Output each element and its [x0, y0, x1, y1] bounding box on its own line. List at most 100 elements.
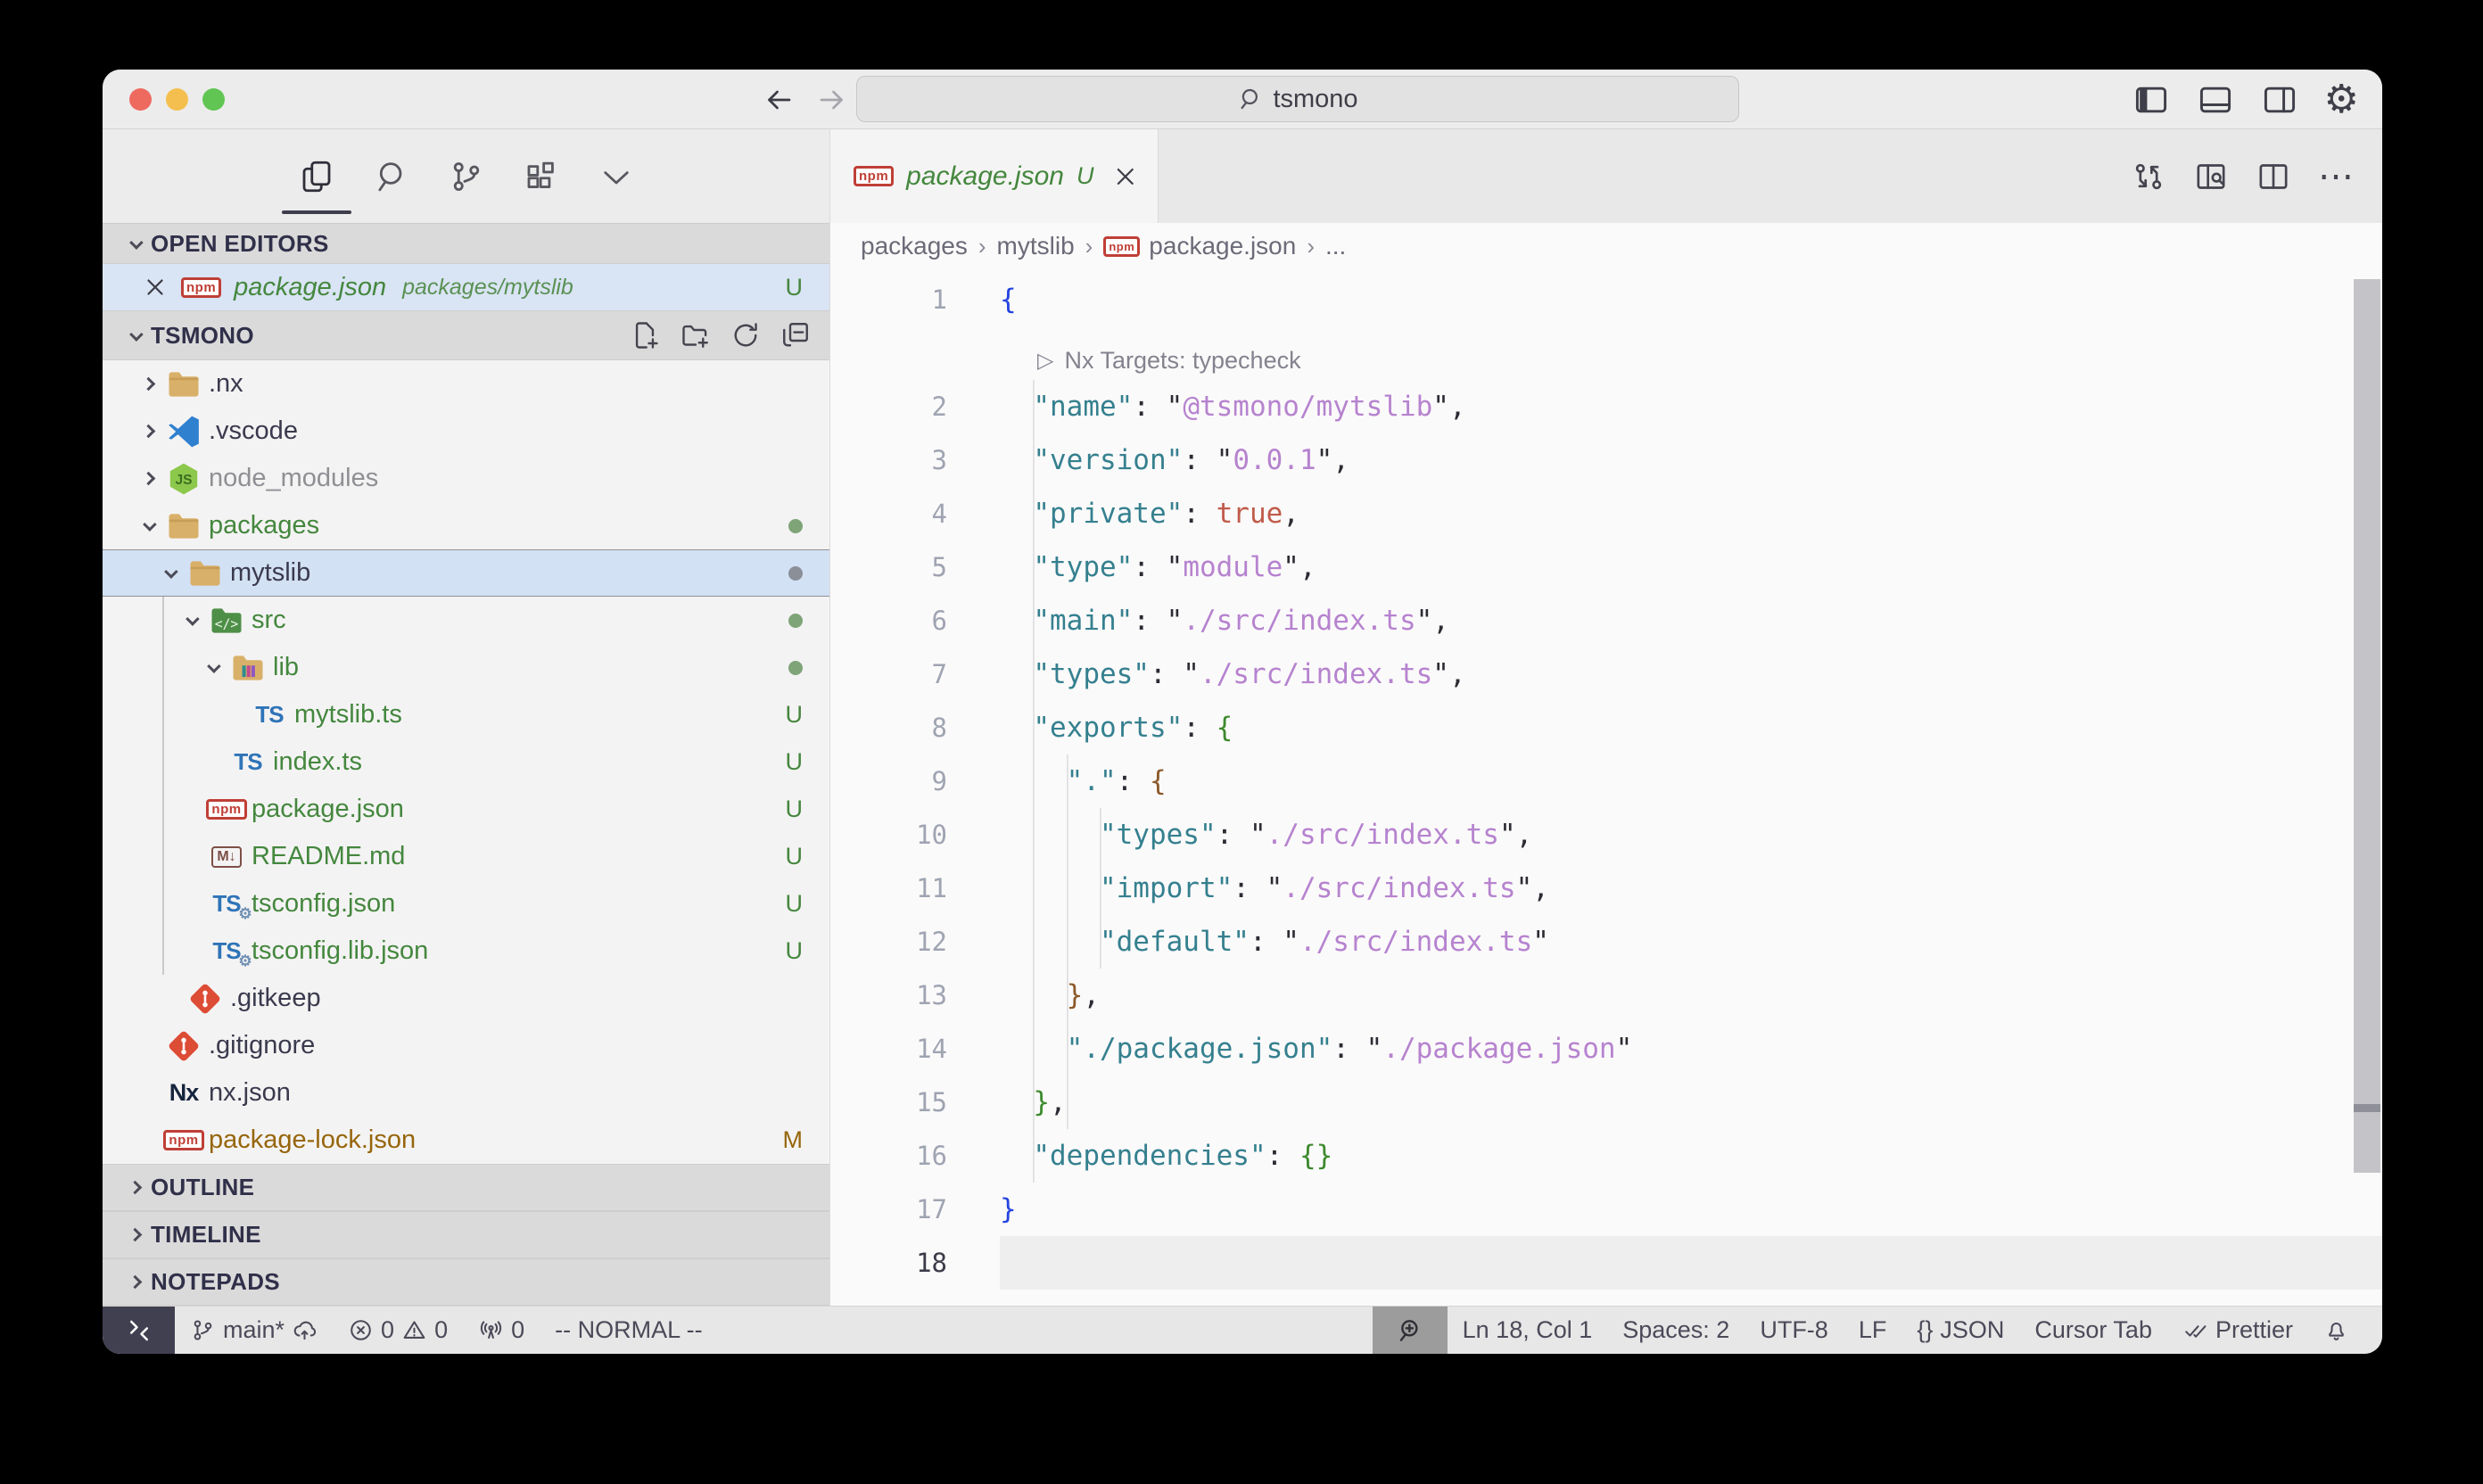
tree-item-.gitkeep[interactable]: .gitkeep [103, 975, 829, 1022]
folder-green-icon: </> [207, 601, 246, 640]
code-line-7[interactable]: 7 "types": "./src/index.ts", [830, 647, 2382, 701]
open-changes-icon[interactable] [2131, 159, 2166, 194]
formatter-item[interactable]: Prettier [2167, 1316, 2308, 1344]
close-window-button[interactable] [129, 88, 152, 111]
close-editor-icon[interactable] [142, 274, 169, 301]
activity-item-source-control[interactable] [445, 155, 488, 198]
code-line-3[interactable]: 3 "version": "0.0.1", [830, 433, 2382, 487]
window-controls [129, 88, 225, 111]
breadcrumb-item[interactable]: packages [861, 232, 968, 260]
tree-item-label: tsconfig.json [252, 889, 395, 919]
tree-item-package.json[interactable]: npmpackage.jsonU [103, 786, 829, 833]
codelens-nx-targets[interactable]: ▷Nx Targets: typecheck [1037, 347, 1301, 380]
language-mode-item[interactable]: {} JSON [1901, 1316, 2019, 1344]
encoding-item[interactable]: UTF-8 [1745, 1316, 1844, 1344]
code-line-16[interactable]: 16 "dependencies": {} [830, 1129, 2382, 1183]
breadcrumb-item[interactable]: npmpackage.json [1103, 232, 1296, 260]
new-file-icon[interactable] [630, 319, 662, 351]
code-line-6[interactable]: 6 "main": "./src/index.ts", [830, 594, 2382, 647]
refresh-explorer-icon[interactable] [730, 319, 762, 351]
tree-item-packages[interactable]: packages [103, 502, 829, 549]
activity-item-extensions[interactable] [520, 155, 563, 198]
tree-item-lib[interactable]: lib [103, 644, 829, 691]
tree-item-tsconfig.json[interactable]: TS⚙︎tsconfig.jsonU [103, 880, 829, 928]
command-center-search[interactable]: tsmono [856, 76, 1739, 122]
layout-sidebar-left-icon[interactable] [2132, 80, 2171, 120]
timeline-section-header[interactable]: TIMELINE [103, 1211, 829, 1258]
tree-item-mytslib.ts[interactable]: TSmytslib.tsU [103, 691, 829, 738]
line-number: 4 [830, 499, 1000, 529]
collapse-folders-icon[interactable] [780, 319, 812, 351]
tree-item-node_modules[interactable]: JSnode_modules [103, 455, 829, 502]
tree-item-mytslib[interactable]: mytslib [103, 549, 829, 597]
tree-indent-guide [162, 597, 164, 975]
cursor-position-item[interactable]: Ln 18, Col 1 [1448, 1316, 1608, 1344]
new-folder-icon[interactable] [680, 319, 712, 351]
tab-package-json[interactable]: npm package.json U [830, 129, 1159, 223]
explorer-section-header[interactable]: TSMONO [103, 310, 829, 360]
close-tab-icon[interactable] [1111, 162, 1140, 191]
code-line-17[interactable]: 17} [830, 1183, 2382, 1236]
code-line-2[interactable]: 2 "name": "@tsmono/mytslib", [830, 380, 2382, 433]
git-branch-item[interactable]: main* [175, 1316, 333, 1344]
editor-scrollbar[interactable] [2354, 279, 2380, 1173]
code-line-12[interactable]: 12 "default": "./src/index.ts" [830, 915, 2382, 969]
code-line-11[interactable]: 11 "import": "./src/index.ts", [830, 862, 2382, 915]
breadcrumb-item[interactable]: mytslib [997, 232, 1075, 260]
layout-panel-icon[interactable] [2196, 80, 2235, 120]
code-line-8[interactable]: 8 "exports": { [830, 701, 2382, 754]
ports-item[interactable]: 0 [463, 1316, 540, 1344]
code-line-13[interactable]: 13 }, [830, 969, 2382, 1022]
code-line-4[interactable]: 4 "private": true, [830, 487, 2382, 540]
back-arrow-icon[interactable] [763, 84, 795, 116]
tree-item-label: lib [273, 653, 299, 682]
settings-gear-icon[interactable]: ⚙︎ [2324, 80, 2359, 120]
tree-item-.nx[interactable]: .nx [103, 360, 829, 408]
tree-item-package-lock.json[interactable]: npmpackage-lock.jsonM [103, 1117, 829, 1164]
open-editor-row[interactable]: npmpackage.jsonpackages/mytslibU [103, 264, 829, 310]
indentation-item[interactable]: Spaces: 2 [1607, 1316, 1745, 1344]
activity-item-more-views[interactable] [595, 155, 638, 198]
cursor-tab-item[interactable]: Cursor Tab [2019, 1316, 2167, 1344]
tree-item-tsconfig.lib.json[interactable]: TS⚙︎tsconfig.lib.jsonU [103, 928, 829, 975]
code-line-5[interactable]: 5 "type": "module", [830, 540, 2382, 594]
tree-item-nx.json[interactable]: Nxnx.json [103, 1069, 829, 1117]
zoom-window-button[interactable] [202, 88, 225, 111]
eol-item[interactable]: LF [1844, 1316, 1902, 1344]
outline-section-header[interactable]: OUTLINE [103, 1164, 829, 1211]
code-line-1[interactable]: 1{ [830, 273, 2382, 326]
code-line-9[interactable]: 9 ".": { [830, 754, 2382, 808]
more-actions-icon[interactable]: ⋯ [2318, 156, 2354, 197]
split-editor-icon[interactable] [2256, 159, 2291, 194]
remote-indicator[interactable] [103, 1307, 175, 1354]
minimize-window-button[interactable] [166, 88, 188, 111]
tree-item-src[interactable]: </>src [103, 597, 829, 644]
open-editor-path: packages/mytslib [402, 275, 573, 301]
code-editor[interactable]: 1{ ▷Nx Targets: typecheck2 "name": "@tsmo… [830, 269, 2382, 1306]
tree-item-.gitignore[interactable]: .gitignore [103, 1022, 829, 1069]
folder-tan-icon [186, 554, 225, 593]
line-number: 16 [830, 1141, 1000, 1171]
code-line-15[interactable]: 15 }, [830, 1076, 2382, 1129]
layout-sidebar-right-icon[interactable] [2260, 80, 2299, 120]
code-line-10[interactable]: 10 "types": "./src/index.ts", [830, 808, 2382, 862]
notifications-item[interactable] [2308, 1317, 2364, 1343]
problems-item[interactable]: 0 0 [333, 1316, 463, 1344]
activity-item-explorer[interactable] [295, 155, 338, 198]
command-center-label: tsmono [1273, 85, 1357, 114]
forward-arrow-icon[interactable] [816, 84, 848, 116]
open-editors-header[interactable]: OPEN EDITORS [103, 223, 829, 264]
tree-item-README.md[interactable]: M↓README.mdU [103, 833, 829, 880]
tree-item-index.ts[interactable]: TSindex.tsU [103, 738, 829, 786]
vim-mode-indicator[interactable]: -- NORMAL -- [540, 1316, 717, 1344]
zoom-indicator[interactable] [1373, 1307, 1448, 1354]
notepads-section-header[interactable]: NOTEPADS [103, 1258, 829, 1306]
tree-item-.vscode[interactable]: .vscode [103, 408, 829, 455]
code-line-14[interactable]: 14 "./package.json": "./package.json" [830, 1022, 2382, 1076]
activity-item-search[interactable] [370, 155, 413, 198]
code-line-18[interactable]: 18 [830, 1236, 2382, 1290]
breadcrumb-item[interactable]: ... [1325, 232, 1346, 260]
markdown-icon: M↓ [211, 846, 241, 868]
line-number: 3 [830, 445, 1000, 475]
open-preview-icon[interactable] [2193, 159, 2229, 194]
